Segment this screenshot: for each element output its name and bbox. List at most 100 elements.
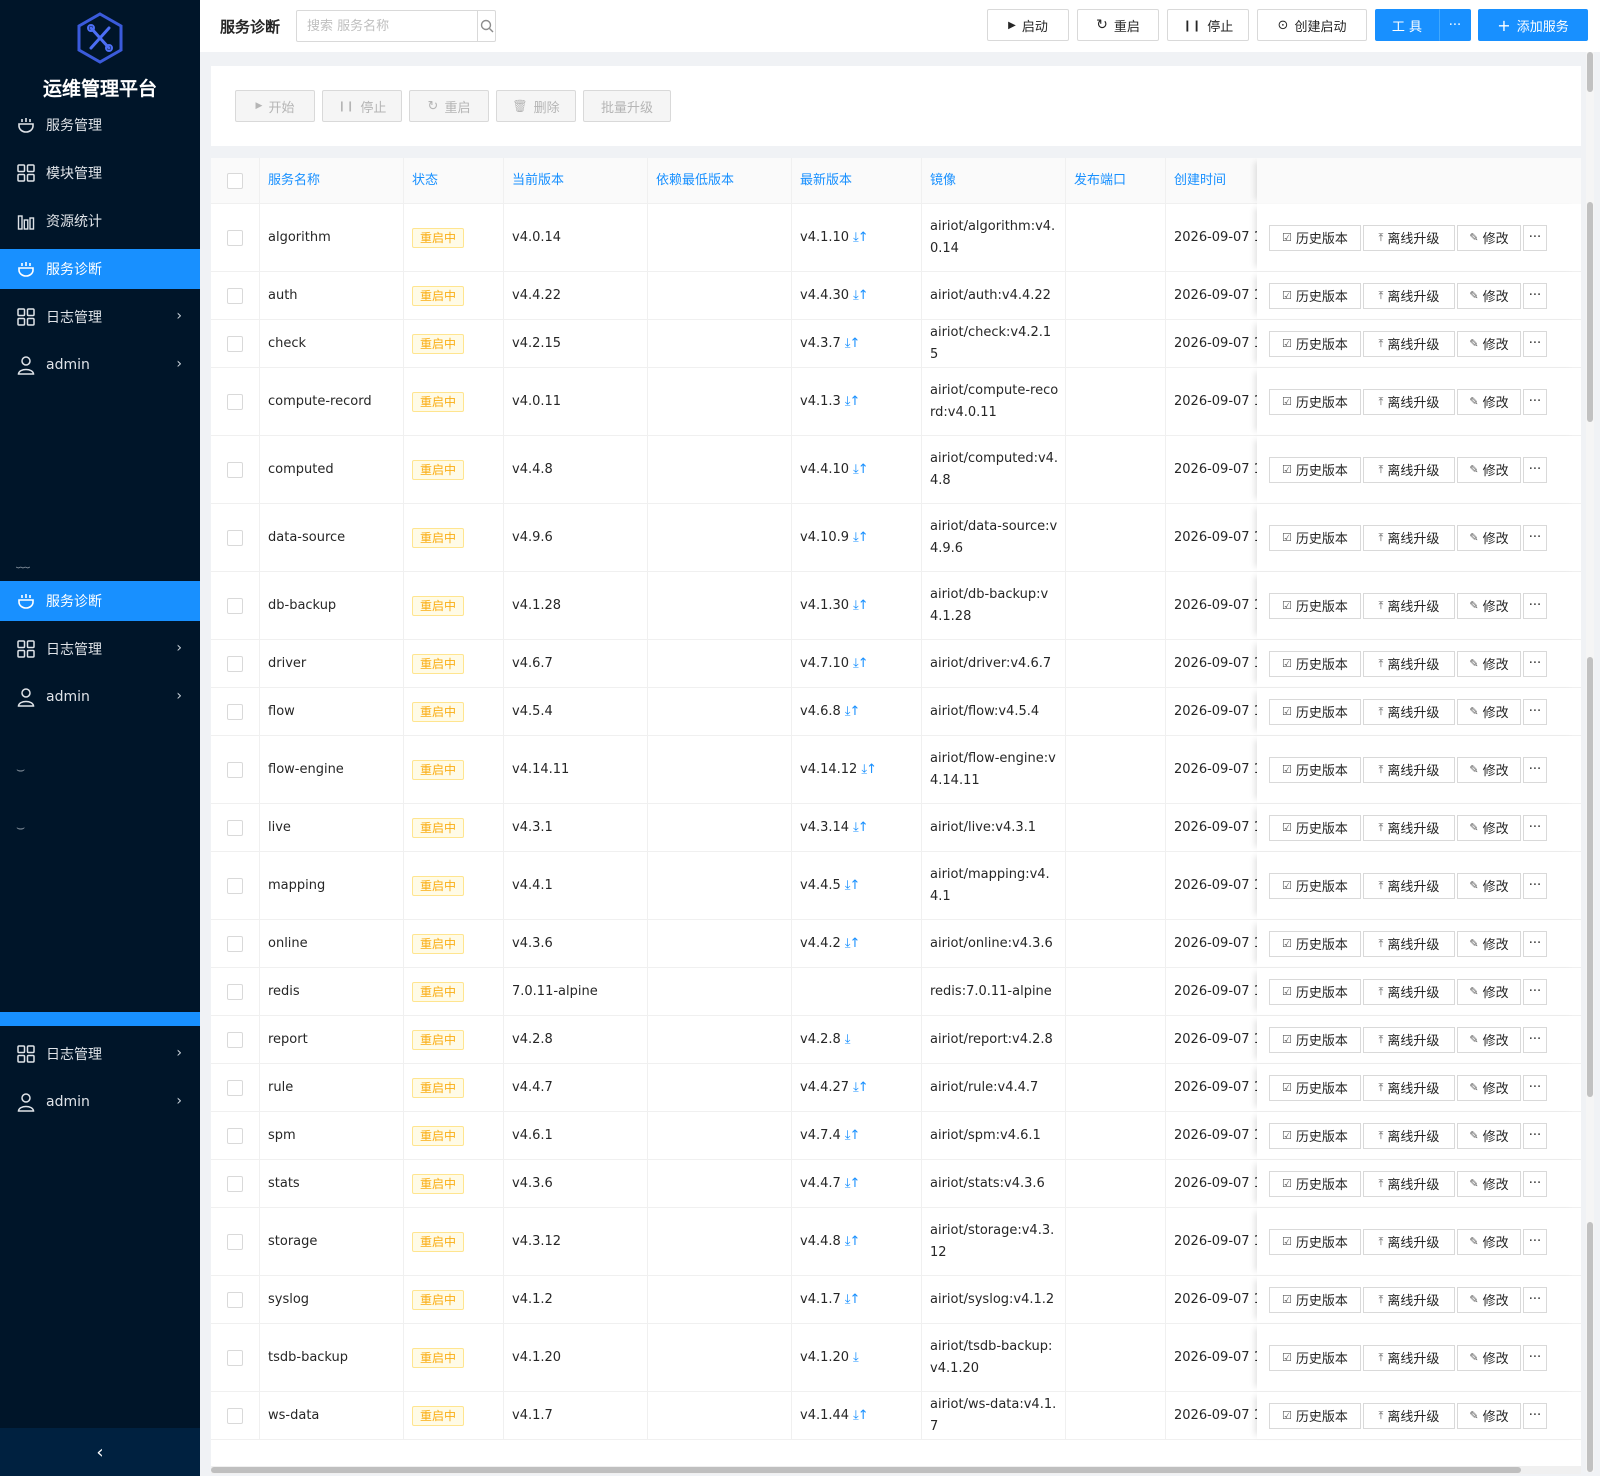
offline-upgrade-button[interactable]: ⤒ 离线升级 — [1363, 1344, 1455, 1371]
table-row[interactable]: spm 重启中 v4.6.1 v4.7.4 ⤓↑ airiot/spm:v4.6.… — [211, 1112, 1581, 1160]
row-checkbox[interactable] — [227, 1079, 243, 1096]
column-header-name[interactable]: 服务名称 — [260, 158, 404, 204]
horizontal-scrollbar[interactable] — [211, 1466, 1581, 1474]
table-row[interactable]: syslog 重启中 v4.1.2 v4.1.7 ⤓↑ airiot/syslog… — [211, 1276, 1581, 1324]
column-header-current-version[interactable]: 当前版本 — [504, 158, 648, 204]
row-checkbox[interactable] — [227, 1233, 243, 1250]
more-actions-button[interactable]: ··· — [1523, 978, 1547, 1005]
edit-button[interactable]: ✎ 修改 — [1457, 872, 1521, 899]
more-actions-button[interactable]: ··· — [1523, 814, 1547, 841]
column-header-status[interactable]: 状态 — [404, 158, 504, 204]
edit-button[interactable]: ✎ 修改 — [1457, 650, 1521, 677]
offline-upgrade-button[interactable]: ⤒ 离线升级 — [1363, 1122, 1455, 1149]
history-version-button[interactable]: ☑ 历史版本 — [1269, 650, 1361, 677]
stop-button[interactable]: ❙❙ 停止 — [1167, 9, 1249, 41]
table-row[interactable]: report 重启中 v4.2.8 v4.2.8 ⤓ airiot/report:… — [211, 1016, 1581, 1064]
edit-button[interactable]: ✎ 修改 — [1457, 1286, 1521, 1313]
history-version-button[interactable]: ☑ 历史版本 — [1269, 1026, 1361, 1053]
more-actions-button[interactable]: ··· — [1523, 756, 1547, 783]
row-checkbox[interactable] — [227, 597, 243, 614]
table-row[interactable]: online 重启中 v4.3.6 v4.4.2 ⤓↑ airiot/online… — [211, 920, 1581, 968]
offline-upgrade-button[interactable]: ⤒ 离线升级 — [1363, 698, 1455, 725]
table-row[interactable]: computed 重启中 v4.4.8 v4.4.10 ⤓↑ airiot/com… — [211, 436, 1581, 504]
download-upgrade-icon[interactable]: ⤓↑ — [853, 598, 869, 613]
offline-upgrade-button[interactable]: ⤒ 离线升级 — [1363, 814, 1455, 841]
row-checkbox[interactable] — [227, 287, 243, 304]
edit-button[interactable]: ✎ 修改 — [1457, 814, 1521, 841]
download-upgrade-icon[interactable]: ⤓↑ — [845, 1128, 861, 1143]
column-header-port[interactable]: 发布端口 — [1066, 158, 1166, 204]
more-actions-button[interactable]: ··· — [1523, 1074, 1547, 1101]
more-actions-button[interactable]: ··· — [1523, 524, 1547, 551]
batch-restart-button[interactable]: ↻ 重启 — [409, 90, 489, 122]
download-upgrade-icon[interactable]: ⤓↑ — [861, 762, 877, 777]
more-actions-button[interactable]: ··· — [1523, 1228, 1547, 1255]
add-service-button[interactable]: + 添加服务 — [1478, 9, 1588, 41]
download-upgrade-icon[interactable]: ⤓↑ — [853, 288, 869, 303]
batch-upgrade-button[interactable]: 批量升级 — [583, 90, 671, 122]
start-button[interactable]: ▶ 启动 — [987, 9, 1069, 41]
scrollbar-thumb[interactable] — [1587, 1222, 1593, 1472]
more-actions-button[interactable]: ··· — [1523, 456, 1547, 483]
sidebar-collapse-button[interactable]: ‹ — [0, 1428, 200, 1476]
table-row[interactable]: stats 重启中 v4.3.6 v4.4.7 ⤓↑ airiot/stats:v… — [211, 1160, 1581, 1208]
row-checkbox[interactable] — [227, 335, 243, 352]
download-upgrade-icon[interactable]: ⤓↑ — [853, 1080, 869, 1095]
tools-button[interactable]: 工 具 — [1375, 9, 1439, 41]
edit-button[interactable]: ✎ 修改 — [1457, 756, 1521, 783]
table-row[interactable]: auth 重启中 v4.4.22 v4.4.30 ⤓↑ airiot/auth:v… — [211, 272, 1581, 320]
history-version-button[interactable]: ☑ 历史版本 — [1269, 698, 1361, 725]
offline-upgrade-button[interactable]: ⤒ 离线升级 — [1363, 930, 1455, 957]
download-upgrade-icon[interactable]: ⤓↑ — [853, 656, 869, 671]
column-header-image[interactable]: 镜像 — [922, 158, 1066, 204]
select-all-checkbox[interactable] — [227, 173, 243, 189]
row-checkbox[interactable] — [227, 1127, 243, 1144]
sidebar-item-admin-duplicate[interactable]: admin › — [0, 1082, 200, 1122]
table-row[interactable]: redis 重启中 7.0.11-alpine redis:7.0.11-alp… — [211, 968, 1581, 1016]
history-version-button[interactable]: ☑ 历史版本 — [1269, 224, 1361, 251]
edit-button[interactable]: ✎ 修改 — [1457, 1228, 1521, 1255]
offline-upgrade-button[interactable]: ⤒ 离线升级 — [1363, 1026, 1455, 1053]
sidebar-item-service-diagnosis-duplicate[interactable]: 服务诊断 — [0, 581, 200, 621]
offline-upgrade-button[interactable]: ⤒ 离线升级 — [1363, 1074, 1455, 1101]
offline-upgrade-button[interactable]: ⤒ 离线升级 — [1363, 756, 1455, 783]
history-version-button[interactable]: ☑ 历史版本 — [1269, 930, 1361, 957]
sidebar-item-log-management-duplicate[interactable]: 日志管理 › — [0, 1034, 200, 1074]
row-checkbox[interactable] — [227, 819, 243, 836]
history-version-button[interactable]: ☑ 历史版本 — [1269, 1170, 1361, 1197]
row-checkbox[interactable] — [227, 529, 243, 546]
search-button[interactable] — [477, 11, 495, 41]
more-actions-button[interactable]: ··· — [1523, 1286, 1547, 1313]
table-row[interactable]: rule 重启中 v4.4.7 v4.4.27 ⤓↑ airiot/rule:v4… — [211, 1064, 1581, 1112]
sidebar-item-log-management-duplicate[interactable]: 日志管理 › — [0, 629, 200, 669]
offline-upgrade-button[interactable]: ⤒ 离线升级 — [1363, 224, 1455, 251]
row-checkbox[interactable] — [227, 1031, 243, 1048]
scrollbar-thumb[interactable] — [1587, 657, 1593, 1097]
history-version-button[interactable]: ☑ 历史版本 — [1269, 388, 1361, 415]
more-actions-button[interactable]: ··· — [1523, 224, 1547, 251]
sidebar-item-module-management[interactable]: 模块管理 — [0, 153, 200, 193]
sidebar-item-admin[interactable]: admin › — [0, 345, 200, 385]
table-row[interactable]: compute-record 重启中 v4.0.11 v4.1.3 ⤓↑ airi… — [211, 368, 1581, 436]
edit-button[interactable]: ✎ 修改 — [1457, 1170, 1521, 1197]
history-version-button[interactable]: ☑ 历史版本 — [1269, 592, 1361, 619]
search-input[interactable] — [297, 11, 477, 41]
row-checkbox[interactable] — [227, 229, 243, 246]
table-row[interactable]: live 重启中 v4.3.1 v4.3.14 ⤓↑ airiot/live:v4… — [211, 804, 1581, 852]
download-upgrade-icon[interactable]: ⤓↑ — [853, 462, 869, 477]
more-actions-button[interactable]: ··· — [1523, 1026, 1547, 1053]
edit-button[interactable]: ✎ 修改 — [1457, 698, 1521, 725]
row-checkbox[interactable] — [227, 1291, 243, 1308]
table-row[interactable]: tsdb-backup 重启中 v4.1.20 v4.1.20 ⤓ airiot/… — [211, 1324, 1581, 1392]
offline-upgrade-button[interactable]: ⤒ 离线升级 — [1363, 872, 1455, 899]
row-checkbox[interactable] — [227, 1175, 243, 1192]
history-version-button[interactable]: ☑ 历史版本 — [1269, 814, 1361, 841]
batch-delete-button[interactable]: 🗑 删除 — [496, 90, 576, 122]
create-start-button[interactable]: ⊙ 创建启动 — [1257, 9, 1367, 41]
more-actions-button[interactable]: ··· — [1523, 592, 1547, 619]
row-checkbox[interactable] — [227, 983, 243, 1000]
more-actions-button[interactable]: ··· — [1523, 282, 1547, 309]
edit-button[interactable]: ✎ 修改 — [1457, 524, 1521, 551]
row-checkbox[interactable] — [227, 877, 243, 894]
edit-button[interactable]: ✎ 修改 — [1457, 388, 1521, 415]
